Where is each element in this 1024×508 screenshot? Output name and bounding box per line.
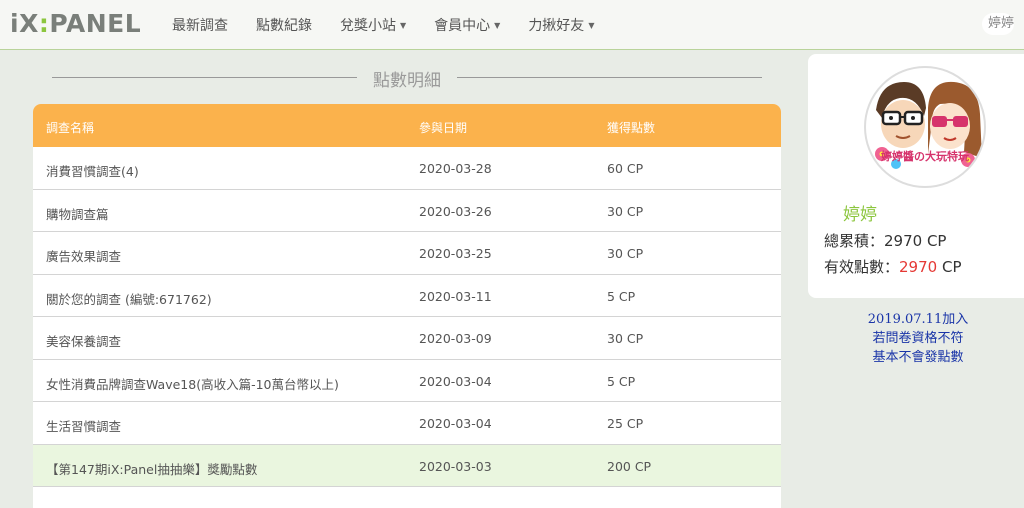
cell-date: 2020-03-28	[419, 161, 492, 176]
nav-latest-surveys[interactable]: 最新調查	[158, 15, 242, 35]
note-line: 若問卷資格不符	[872, 331, 964, 346]
valid-points-value: 2970	[899, 258, 938, 276]
logo-suffix: PANEL	[49, 9, 142, 38]
nav-label: 點數紀錄	[256, 18, 312, 34]
main-nav: 最新調查 點數紀錄 兌獎小站 ▼ 會員中心 ▼ 力揪好友 ▼	[158, 0, 608, 50]
note-line: 基本不會發點數	[872, 350, 964, 365]
table-row: 廣告效果調查 2020-03-25 30 CP	[33, 232, 781, 275]
cell-date: 2020-03-03	[419, 458, 492, 474]
nav-redeem-shop[interactable]: 兌獎小站 ▼	[326, 15, 420, 35]
cell-survey-name: 關於您的調查 (編號:671762)	[46, 291, 212, 307]
svg-text:婷婷醬の大玩特玩: 婷婷醬の大玩特玩	[881, 149, 969, 163]
cell-survey-name: 廣告效果調查	[46, 249, 122, 264]
cell-points: 200 CP	[607, 458, 652, 474]
total-points: 總累積：2970 CP	[824, 230, 946, 251]
table-row: 消費習慣調查(4) 2020-03-28 60 CP	[33, 147, 781, 190]
table-row: 購物調查篇 2020-03-26 30 CP	[33, 190, 781, 232]
valid-points-unit: CP	[937, 258, 962, 276]
nav-member-center[interactable]: 會員中心 ▼	[420, 15, 514, 35]
cell-date: 2020-03-09	[419, 331, 492, 346]
profile-name: 婷婷	[843, 205, 877, 225]
table-row: 美容保養調查 2020-03-09 30 CP	[33, 317, 781, 360]
nav-label: 力揪好友	[528, 18, 585, 34]
caret-down-icon: ▼	[588, 20, 595, 30]
cell-points: 60 CP	[607, 161, 644, 176]
nav-label: 兌獎小站	[340, 18, 396, 34]
header-survey-name: 調查名稱	[46, 121, 95, 135]
table-row: 關於您的調查 (編號:671762) 2020-03-11 5 CP	[33, 275, 781, 317]
cell-date: 2020-03-04	[419, 373, 492, 389]
table-header: 調查名稱 參與日期 獲得點數	[33, 104, 781, 147]
nav-points-record[interactable]: 點數紀錄	[242, 15, 326, 35]
cell-survey-name: 女性消費品牌調查Wave18(高收入篇-10萬台幣以上)	[46, 376, 339, 392]
cell-points: 5 CP	[607, 373, 636, 389]
section-heading: 點數明細	[52, 66, 762, 91]
divider-right	[457, 77, 762, 78]
cell-date: 2020-03-25	[419, 246, 492, 261]
cell-points: 25 CP	[607, 416, 644, 431]
nav-label: 最新調查	[172, 18, 228, 34]
top-navbar: iX:PANEL 最新調查 點數紀錄 兌獎小站 ▼ 會員中心 ▼ 力揪好友 ▼ 婷婷	[0, 0, 1024, 50]
header-date: 參與日期	[419, 121, 468, 135]
avatar-illustration-icon: 婷婷醬の大玩特玩	[875, 81, 982, 169]
caret-down-icon: ▼	[494, 20, 501, 30]
cell-survey-name: 生活習慣調查	[46, 419, 122, 434]
nav-label: 會員中心	[434, 18, 491, 34]
ixpanel-logo[interactable]: iX:PANEL	[10, 9, 141, 38]
header-points: 獲得點數	[607, 121, 656, 135]
table-row: 女性消費品牌調查Wave18(高收入篇-10萬台幣以上) 2020-03-04 …	[33, 360, 781, 402]
cell-points: 30 CP	[607, 246, 644, 261]
cell-date: 2020-03-04	[419, 416, 492, 431]
table-row-highlighted: 【第147期iX:Panel抽抽樂】獎勵點數 2020-03-03 200 CP	[33, 444, 781, 487]
valid-points-label: 有效點數：	[824, 258, 900, 276]
nav-invite-friends[interactable]: 力揪好友 ▼	[514, 15, 608, 35]
cell-points: 5 CP	[607, 288, 636, 304]
logo-colon: :	[38, 9, 50, 38]
caret-down-icon: ▼	[400, 20, 407, 30]
profile-card: 婷婷醬の大玩特玩 婷婷 總累積：2970 CP 有效點數：2970 CP	[808, 54, 1024, 298]
cell-survey-name: 購物調查篇	[46, 206, 109, 222]
cell-points: 30 CP	[607, 203, 644, 219]
cell-survey-name: 美容保養調查	[46, 334, 122, 349]
annotation-note: 2019.07.11加入 若問卷資格不符 基本不會發點數	[838, 310, 998, 367]
avatar[interactable]: 婷婷醬の大玩特玩	[864, 66, 986, 188]
cell-date: 2020-03-26	[419, 203, 492, 219]
valid-points: 有效點數：2970 CP	[824, 256, 962, 277]
cell-date: 2020-03-11	[419, 288, 492, 304]
cell-survey-name: 消費習慣調查(4)	[46, 164, 139, 179]
cell-survey-name: 【第147期iX:Panel抽抽樂】獎勵點數	[46, 461, 258, 477]
table-row: 生活習慣調查 2020-03-04 25 CP	[33, 402, 781, 445]
cell-points: 30 CP	[607, 331, 644, 346]
note-line: 2019.07.11加入	[867, 312, 969, 327]
logo-prefix: iX	[10, 9, 39, 38]
total-points-value: 2970 CP	[884, 232, 947, 250]
points-table: 調查名稱 參與日期 獲得點數 消費習慣調查(4) 2020-03-28 60 C…	[33, 104, 781, 508]
total-points-label: 總累積：	[824, 232, 885, 250]
user-menu[interactable]: 婷婷	[981, 13, 1014, 35]
section-title: 點數明細	[373, 71, 441, 91]
